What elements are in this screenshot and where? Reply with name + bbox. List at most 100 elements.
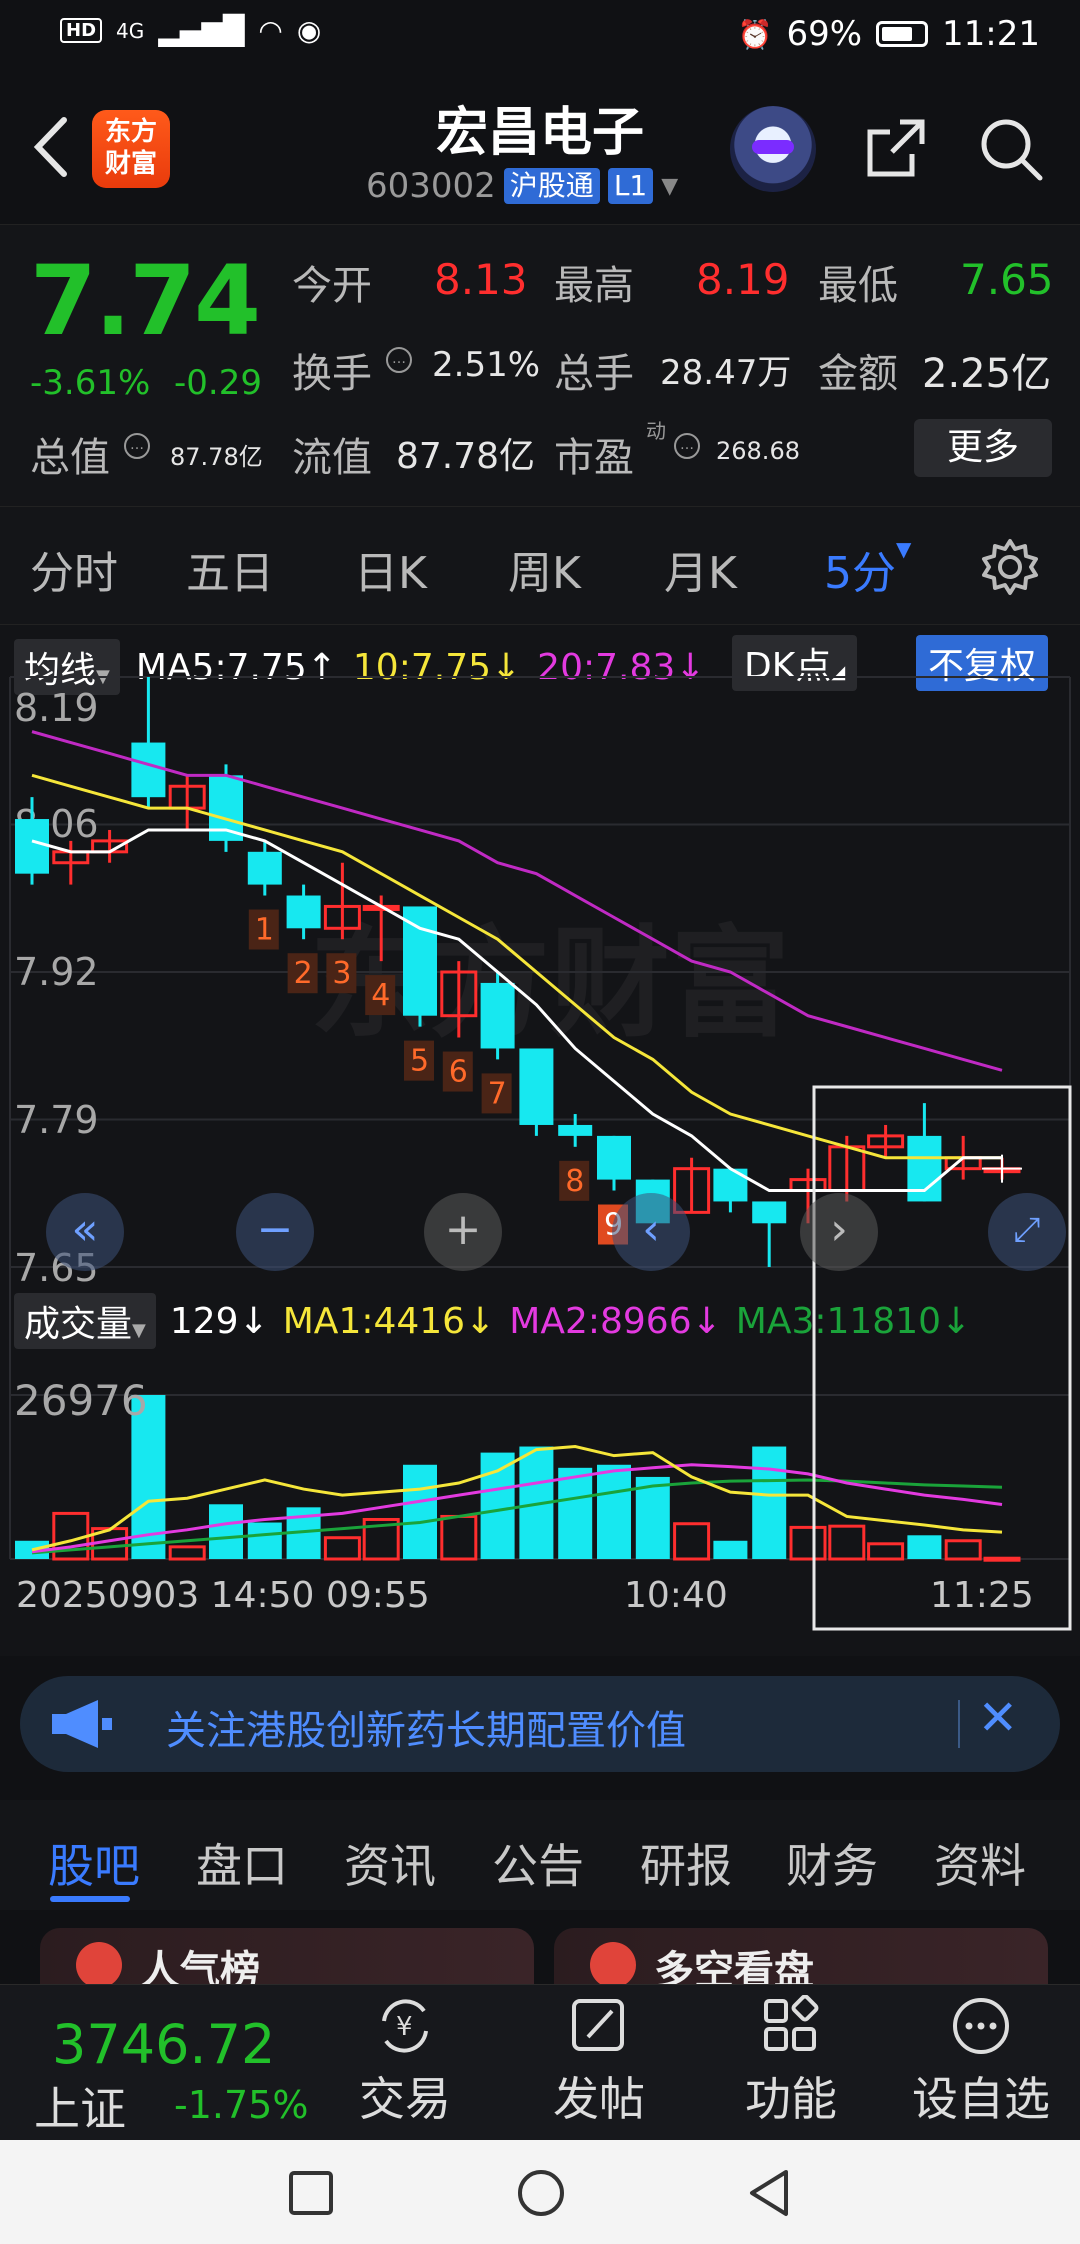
nav-trade-label: 交易 — [359, 2072, 451, 2126]
share-icon[interactable] — [860, 114, 930, 184]
home-icon[interactable] — [516, 2168, 566, 2218]
volume-bar — [907, 1535, 942, 1559]
td-sequence-number: 8 — [565, 1164, 584, 1199]
volume-selector-label: 成交量 — [24, 1304, 133, 1345]
nav-functions-label: 功能 — [745, 2072, 837, 2126]
volume-ma1-line — [31, 1445, 1003, 1552]
hd-indicator: HD — [60, 18, 103, 43]
selection-highlight-box — [812, 1085, 1072, 1631]
kline-svg: 东方财富 8.19 8.06 7.92 7.79 7.65 123456789 … — [9, 676, 1072, 1631]
nav-watchlist[interactable]: 设自选 — [906, 1995, 1056, 2129]
close-icon[interactable]: ✕ — [978, 1690, 1018, 1746]
nav-post[interactable]: 发帖 — [524, 1995, 674, 2129]
volume-bar — [403, 1464, 437, 1559]
trade-yen-icon: ¥ — [382, 1999, 428, 2053]
tab-5min[interactable]: 5分▼ — [824, 537, 911, 601]
info-icon[interactable]: … — [386, 347, 412, 373]
stock-code: 603002 — [366, 166, 496, 206]
tab-five-day[interactable]: 五日 — [186, 537, 274, 601]
candle-body — [597, 1135, 631, 1180]
tab-monthly-k[interactable]: 月K — [664, 537, 737, 601]
tab-weekly-k[interactable]: 周K — [508, 537, 581, 601]
scroll-start-button[interactable]: « — [46, 1193, 124, 1271]
candle-body — [247, 851, 282, 885]
info-icon[interactable]: … — [674, 433, 700, 459]
dropdown-caret-icon: ▼ — [132, 1320, 146, 1341]
tab-intraday[interactable]: 分时 — [30, 537, 118, 601]
time-axis: 20250903 14:50 09:55 10:40 11:25 — [16, 1575, 1034, 1616]
content-tabs: 股吧 盘口 资讯 公告 研报 财务 资料 — [0, 1800, 1080, 1910]
network-label: 4G — [116, 18, 145, 43]
scroll-right-button[interactable]: › — [800, 1193, 878, 1271]
volume-bar — [713, 1540, 748, 1559]
vs-icon — [590, 1942, 636, 1984]
volume-bar — [558, 1467, 593, 1559]
volume-bar — [247, 1522, 282, 1559]
candle-body — [752, 1201, 787, 1224]
nav-trade[interactable]: ¥ 交易 — [330, 1995, 480, 2129]
candle-body — [131, 742, 166, 798]
info-icon[interactable]: … — [124, 433, 150, 459]
robot-assistant-icon[interactable] — [730, 106, 816, 192]
zoom-out-button[interactable]: − — [236, 1193, 314, 1271]
low-value: 7.65 — [960, 255, 1054, 304]
active-tab-indicator — [50, 1896, 130, 1902]
gear-icon[interactable] — [980, 537, 1040, 597]
candle-body — [558, 1124, 593, 1136]
search-icon[interactable] — [976, 114, 1046, 184]
volume-bar — [789, 1525, 827, 1561]
pe-value: 268.68 — [716, 437, 800, 465]
nav-functions[interactable]: 功能 — [716, 1994, 866, 2129]
change-amount: -0.29 — [174, 363, 262, 403]
tab-news[interactable]: 资讯 — [344, 1830, 436, 1896]
level-tag: L1 — [607, 168, 654, 204]
tab-profile[interactable]: 资料 — [934, 1830, 1026, 1896]
tab-guba[interactable]: 股吧 — [48, 1830, 140, 1896]
kline-chart-area[interactable]: 均线▼ MA5:7.75↑ 10:7.75↓ 20:7.83↓ DK点◢ 不复权… — [0, 624, 1080, 1656]
candle-body — [15, 819, 49, 874]
td-sequence-number: 2 — [294, 956, 313, 991]
tab-pankou[interactable]: 盘口 — [196, 1830, 288, 1896]
index-name: 上证 — [34, 2082, 126, 2136]
edit-icon — [572, 1999, 624, 2051]
td-sequence-number: 5 — [410, 1044, 429, 1079]
pe-label: 市盈 — [554, 435, 634, 481]
tab-finance[interactable]: 财务 — [786, 1830, 878, 1896]
tab-daily-k[interactable]: 日K — [354, 537, 427, 601]
scroll-left-button[interactable]: ‹ — [612, 1193, 690, 1271]
zoom-in-button[interactable]: + — [424, 1193, 502, 1271]
time-tick-start: 20250903 14:50 — [16, 1575, 314, 1616]
volume-legend: 成交量▼ 129↓ MA1:4416↓ MA2:8966↓ MA3:11810↓ — [14, 1293, 971, 1349]
stock-subtitle[interactable]: 603002 沪股通 L1 ▼ — [366, 166, 678, 206]
battery-icon — [876, 21, 929, 47]
banner-text: 关注港股创新药长期配置价值 — [166, 1708, 686, 1754]
fullscreen-button[interactable]: ⤢ — [988, 1193, 1066, 1271]
fire-icon — [76, 1942, 122, 1984]
time-tick: 10:40 — [624, 1575, 728, 1616]
more-button[interactable]: 更多 — [914, 419, 1052, 477]
grid-icon — [764, 1994, 819, 2051]
volume-ma1: MA1:4416↓ — [282, 1300, 496, 1342]
tab-announcements[interactable]: 公告 — [492, 1830, 584, 1896]
longshort-card[interactable]: 多空看盘 — [554, 1928, 1048, 1984]
volume-selector-button[interactable]: 成交量▼ — [14, 1293, 156, 1349]
quote-panel: 7.74 -3.61% -0.29 今开 8.13 最高 8.19 最低 7.6… — [0, 224, 1080, 506]
volume-label: 总手 — [554, 351, 634, 397]
tab-research[interactable]: 研报 — [640, 1830, 732, 1896]
high-label: 最高 — [554, 263, 634, 309]
recents-icon[interactable] — [288, 2170, 334, 2216]
bottom-nav: 3746.72 上证 -1.75% ¥ 交易 发帖 功能 设自选 — [0, 1984, 1080, 2140]
float-cap-label: 流值 — [292, 435, 372, 481]
dropdown-caret-icon[interactable]: ▼ — [661, 174, 678, 199]
popularity-card[interactable]: 人气榜 — [40, 1928, 534, 1984]
news-banner[interactable]: 关注港股创新药长期配置价值 ✕ — [20, 1676, 1060, 1772]
td-sequence-number: 6 — [449, 1055, 468, 1090]
volume-bar — [673, 1522, 711, 1561]
float-cap-value: 87.78亿 — [396, 436, 536, 477]
nav-post-label: 发帖 — [553, 2072, 645, 2126]
price-tick: 7.92 — [14, 950, 99, 994]
index-value[interactable]: 3746.72 — [52, 2013, 275, 2076]
back-triangle-icon[interactable] — [746, 2168, 792, 2218]
svg-text:¥: ¥ — [396, 2012, 413, 2042]
nav-watchlist-label: 设自选 — [912, 2072, 1050, 2126]
